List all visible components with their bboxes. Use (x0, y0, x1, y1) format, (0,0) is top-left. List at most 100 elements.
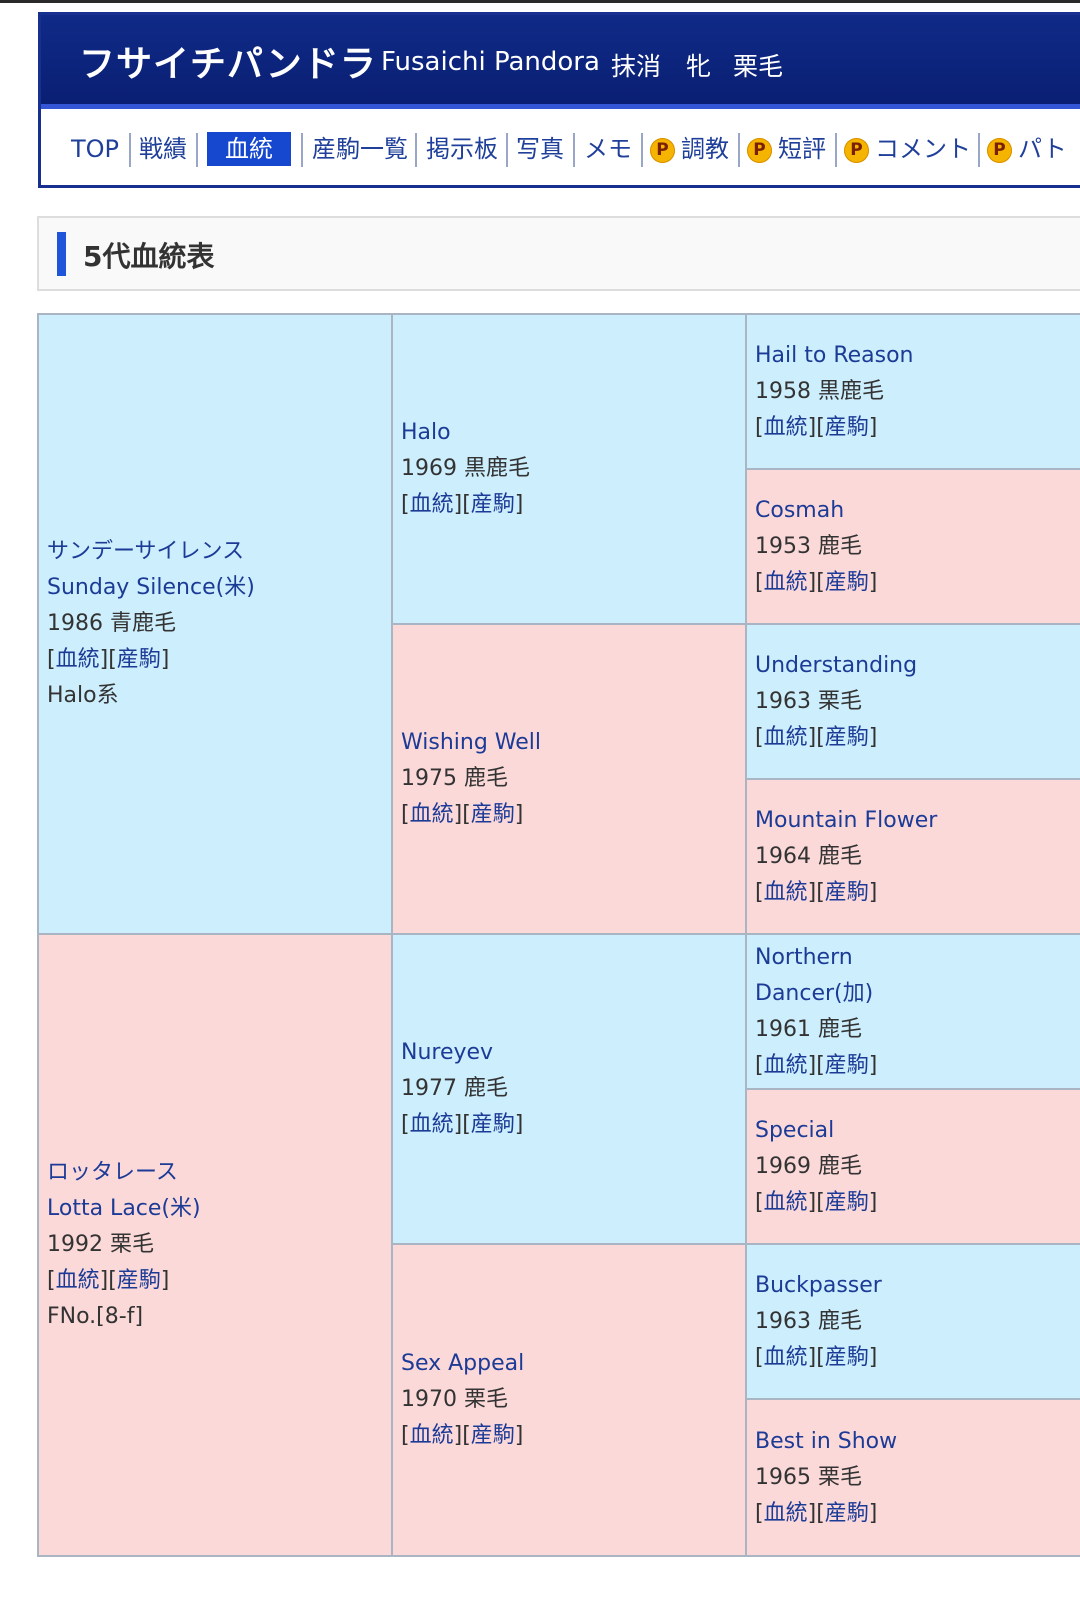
title-bar: フサイチパンドラ Fusaichi Pandora 抹消 牝 栗毛 (41, 15, 1080, 104)
sire-links: [血統][産駒] (47, 647, 170, 672)
sire-name-en-link[interactable]: Sunday Silence(米) (47, 570, 390, 606)
nav-divider (415, 133, 417, 167)
pedigree-link[interactable]: 血統 (410, 1423, 454, 1448)
horse-name-jp: フサイチパンドラ (79, 44, 377, 85)
offspring-link[interactable]: 産駒 (825, 1190, 869, 1215)
nav-divider (301, 133, 303, 167)
offspring-link[interactable]: 産駒 (471, 1112, 515, 1137)
registration-status: 抹消 (611, 52, 662, 81)
dam-links: [血統][産駒] (47, 1268, 170, 1293)
tab-comment[interactable]: P コメント (844, 131, 971, 167)
tab-training[interactable]: P 調教 (650, 131, 729, 167)
pedigree-link[interactable]: 血統 (764, 880, 808, 905)
gen3-info: 1958 黒鹿毛 (755, 378, 884, 404)
gen3-links: [血統][産駒] (755, 1189, 878, 1215)
gen3-info: 1963 栗毛 (755, 688, 862, 714)
offspring-link[interactable]: 産駒 (471, 492, 515, 517)
top-rule (0, 0, 1080, 3)
nav-divider (978, 133, 980, 167)
tab-review-label: 短評 (778, 135, 826, 163)
offspring-link[interactable]: 産駒 (471, 1423, 515, 1448)
gen3-cell: Best in Show 1965 栗毛 [血統][産駒] (745, 1398, 1080, 1557)
gen2-name-link[interactable]: Halo (401, 415, 744, 451)
tab-pedigree[interactable]: 血統 (207, 132, 291, 166)
offspring-link[interactable]: 産駒 (117, 1268, 161, 1293)
tab-memo[interactable]: メモ (584, 131, 632, 167)
pedigree-link[interactable]: 血統 (764, 725, 808, 750)
pedigree-link[interactable]: 血統 (764, 1190, 808, 1215)
dam-name-jp-link[interactable]: ロッタレース (47, 1155, 390, 1191)
pedigree-link[interactable]: 血統 (410, 802, 454, 827)
offspring-link[interactable]: 産駒 (825, 415, 869, 440)
pedigree-link[interactable]: 血統 (56, 1268, 100, 1293)
gen3-cell: Buckpasser 1963 鹿毛 [血統][産駒] (745, 1243, 1080, 1400)
gen3-name-link[interactable]: Cosmah (755, 493, 1080, 529)
tab-patrol[interactable]: P パト (987, 131, 1067, 167)
tab-board[interactable]: 掲示板 (426, 131, 498, 167)
title-underline (41, 104, 1080, 109)
gen3-cell: Mountain Flower 1964 鹿毛 [血統][産駒] (745, 778, 1080, 935)
offspring-link[interactable]: 産駒 (825, 1501, 869, 1526)
premium-p-icon: P (987, 138, 1012, 163)
pedigree-link[interactable]: 血統 (764, 415, 808, 440)
gen3-name-link[interactable]: Northern Dancer(加) (755, 940, 955, 1012)
gen3-info: 1953 鹿毛 (755, 533, 862, 559)
nav-divider (835, 133, 837, 167)
section-accent-bar (57, 232, 66, 276)
nav-divider (129, 133, 131, 167)
gen3-name-link[interactable]: Buckpasser (755, 1268, 1080, 1304)
pedigree-link[interactable]: 血統 (410, 1112, 454, 1137)
offspring-link[interactable]: 産駒 (825, 570, 869, 595)
gen3-name-link[interactable]: Special (755, 1113, 1080, 1149)
gen3-links: [血統][産駒] (755, 569, 878, 595)
family-number: FNo.[8-f] (47, 1304, 144, 1329)
gen2-name-link[interactable]: Sex Appeal (401, 1346, 744, 1382)
tab-training-label: 調教 (681, 135, 729, 163)
gen3-name-link[interactable]: Hail to Reason (755, 338, 1080, 374)
gen3-name-link[interactable]: Best in Show (755, 1424, 1080, 1460)
section-title: 5代血統表 (83, 240, 215, 273)
offspring-link[interactable]: 産駒 (825, 1053, 869, 1078)
gen3-info: 1963 鹿毛 (755, 1308, 862, 1334)
pedigree-link[interactable]: 血統 (410, 492, 454, 517)
gen2-name-link[interactable]: Wishing Well (401, 725, 744, 761)
gen3-links: [血統][産駒] (755, 879, 878, 905)
offspring-link[interactable]: 産駒 (825, 725, 869, 750)
tab-photos[interactable]: 写真 (516, 131, 564, 167)
offspring-link[interactable]: 産駒 (117, 647, 161, 672)
pedigree-link[interactable]: 血統 (764, 1501, 808, 1526)
nav-divider (506, 133, 508, 167)
gen3-links: [血統][産駒] (755, 414, 878, 440)
gen3-cell: Northern Dancer(加) 1961 鹿毛 [血統][産駒] (745, 933, 1080, 1090)
offspring-link[interactable]: 産駒 (825, 1345, 869, 1370)
offspring-link[interactable]: 産駒 (825, 880, 869, 905)
gen3-cell: Cosmah 1953 鹿毛 [血統][産駒] (745, 468, 1080, 625)
gen3-name-link[interactable]: Understanding (755, 648, 1080, 684)
dam-name-en-link[interactable]: Lotta Lace(米) (47, 1191, 390, 1227)
tab-top[interactable]: TOP (71, 131, 119, 167)
gen2-links: [血統][産駒] (401, 1112, 524, 1137)
gen2-name-link[interactable]: Nureyev (401, 1035, 744, 1071)
pedigree-link[interactable]: 血統 (764, 1345, 808, 1370)
sire-cell: サンデーサイレンス Sunday Silence(米) 1986 青鹿毛 [血統… (37, 313, 393, 935)
gen2-links: [血統][産駒] (401, 1423, 524, 1448)
sire-info: 1986 青鹿毛 (47, 611, 176, 636)
tab-patrol-label: パト (1018, 135, 1067, 163)
gen3-cell: Hail to Reason 1958 黒鹿毛 [血統][産駒] (745, 313, 1080, 470)
nav-divider (573, 133, 575, 167)
pedigree-link[interactable]: 血統 (56, 647, 100, 672)
gen3-links: [血統][産駒] (755, 724, 878, 750)
tab-review[interactable]: P 短評 (747, 131, 826, 167)
gen3-cell: Understanding 1963 栗毛 [血統][産駒] (745, 623, 1080, 780)
sire-name-jp-link[interactable]: サンデーサイレンス (47, 534, 390, 570)
gen2-info: 1977 鹿毛 (401, 1076, 508, 1101)
gen2-cell: Sex Appeal 1970 栗毛 [血統][産駒] (391, 1243, 747, 1557)
gen3-name-link[interactable]: Mountain Flower (755, 803, 1080, 839)
premium-p-icon: P (650, 138, 675, 163)
pedigree-link[interactable]: 血統 (764, 1053, 808, 1078)
pedigree-link[interactable]: 血統 (764, 570, 808, 595)
premium-p-icon: P (844, 138, 869, 163)
tab-results[interactable]: 戦績 (139, 131, 187, 167)
tab-offspring[interactable]: 産駒一覧 (312, 131, 408, 167)
offspring-link[interactable]: 産駒 (471, 802, 515, 827)
